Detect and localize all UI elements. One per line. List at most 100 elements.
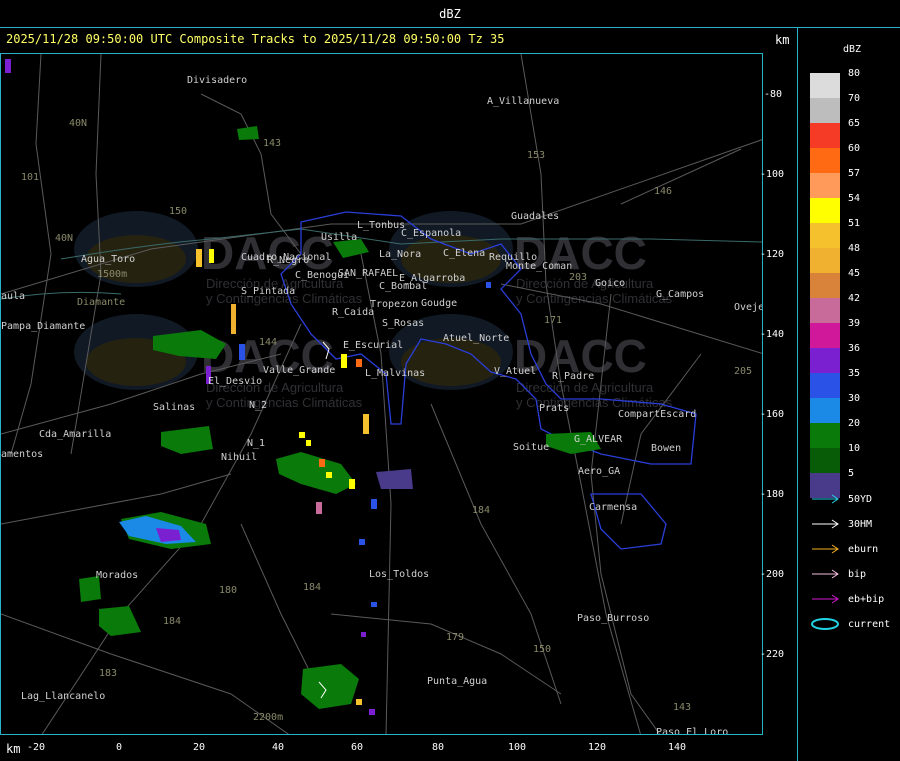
place-label: S_Pintada <box>241 286 295 297</box>
place-label: 171 <box>544 315 562 326</box>
echo-cell <box>299 432 305 438</box>
x-tick: 40 <box>272 742 285 753</box>
y-tick: -220 <box>760 649 785 660</box>
place-label: C_Espanola <box>401 228 461 239</box>
km-unit-label-bottom: km <box>6 742 21 756</box>
place-label: 146 <box>654 186 672 197</box>
legend-swatch <box>810 223 840 248</box>
place-label: Salinas <box>153 402 195 413</box>
place-label: Lag_Llancanelo <box>21 691 105 702</box>
track-legend-item: bip <box>810 567 866 581</box>
place-label: Diamante <box>77 297 125 308</box>
place-label: Prats <box>539 403 569 414</box>
place-label: 179 <box>446 632 464 643</box>
place-label: L_Malvinas <box>365 368 425 379</box>
window-title: dBZ <box>0 0 900 28</box>
x-tick: 100 <box>508 742 527 753</box>
x-tick: -20 <box>27 742 46 753</box>
map-canvas[interactable]: DACC Dirección de Agricultura y Continge… <box>1 54 763 735</box>
place-label: 101 <box>21 172 39 183</box>
window-title-text: dBZ <box>439 6 461 21</box>
place-label: Punta_Agua <box>427 676 487 687</box>
place-label: 203 <box>569 272 587 283</box>
legend-swatch <box>810 98 840 123</box>
place-label: Bowen <box>651 443 681 454</box>
y-tick: -200 <box>760 569 785 580</box>
x-tick: 0 <box>116 742 123 753</box>
track-arrow-icon <box>812 569 839 579</box>
legend-swatch <box>810 198 840 223</box>
place-label: SAN_RAFAEL <box>338 268 398 279</box>
echo-cell <box>356 359 362 367</box>
echo-cell <box>359 539 365 545</box>
legend-label: 80 <box>848 68 861 79</box>
place-label: 1500m <box>97 269 127 280</box>
watermark-logo: DACC Dirección de Agricultura y Continge… <box>389 314 673 410</box>
place-label: Paso_Burroso <box>577 613 649 624</box>
track-legend-label: eb+bip <box>848 594 885 605</box>
place-label: C_Elena <box>443 248 485 259</box>
place-label: Usilla <box>321 232 357 243</box>
x-tick: 80 <box>432 742 445 753</box>
legend-label: 30 <box>848 393 861 404</box>
echo-cell <box>306 440 311 446</box>
track-legend-item: 30HM <box>810 517 872 531</box>
place-label: La_Nora <box>379 249 421 260</box>
place-label: 40N <box>55 233 73 244</box>
place-label: S_Rosas <box>382 318 424 329</box>
x-tick: 60 <box>351 742 364 753</box>
place-label: A_Villanueva <box>487 96 559 107</box>
place-label: Soitue <box>513 442 549 453</box>
legend-swatch <box>810 273 840 298</box>
place-label: L_Tonbus <box>357 220 405 231</box>
echo-cell <box>376 469 413 489</box>
place-label: Atuel_Norte <box>443 333 509 344</box>
place-label: Paso_El_Loro <box>656 727 728 735</box>
legend-swatch <box>810 423 840 448</box>
echo-cell <box>371 602 377 607</box>
y-tick: -160 <box>760 409 785 420</box>
legend-label: 54 <box>848 193 861 204</box>
legend-label: 51 <box>848 218 861 229</box>
place-label: Carmensa <box>589 502 637 513</box>
legend-title: dBZ <box>843 44 862 55</box>
echo-cell <box>363 414 369 434</box>
track-arrow-icon <box>812 544 839 554</box>
echo-cell <box>276 452 356 494</box>
legend-label: 42 <box>848 293 861 304</box>
place-label: C_Bombal <box>379 281 427 292</box>
place-label: Pampa_Diamante <box>1 321 85 332</box>
echo-cell <box>369 709 375 715</box>
legend-label: 35 <box>848 368 861 379</box>
place-label: Agua_Toro <box>81 254 135 265</box>
legend-label: 10 <box>848 443 861 454</box>
echo-cell <box>161 426 213 454</box>
legend-swatch <box>810 348 840 373</box>
echo-cell <box>231 304 236 334</box>
track-legend-label: 30HM <box>848 519 873 530</box>
echo-cell <box>301 664 359 709</box>
place-label: Nihuil <box>221 452 257 463</box>
place-label: 153 <box>527 150 545 161</box>
place-label: Valle_Grande <box>263 365 335 376</box>
legend-swatch <box>810 248 840 273</box>
legend-label: 57 <box>848 168 861 179</box>
legend-label: 65 <box>848 118 861 129</box>
echo-cell <box>371 499 377 509</box>
place-label: R_Negro <box>267 255 309 266</box>
place-label: N_1 <box>247 438 265 449</box>
echo-cell <box>326 472 332 478</box>
place-label: G_ALVEAR <box>574 434 623 445</box>
legend-swatch <box>810 148 840 173</box>
y-tick: -80 <box>764 89 783 100</box>
place-label: CompartEscard <box>618 409 696 420</box>
echo-cell <box>5 59 11 73</box>
y-tick: -120 <box>760 249 785 260</box>
place-label: 143 <box>673 702 691 713</box>
place-label: Oveje <box>734 302 763 313</box>
radar-map[interactable]: DACC Dirección de Agricultura y Continge… <box>0 53 763 735</box>
place-label: amentos <box>1 449 43 460</box>
place-label: 143 <box>263 138 281 149</box>
echo-cell <box>237 126 259 140</box>
place-label: R_Caida <box>332 307 374 318</box>
